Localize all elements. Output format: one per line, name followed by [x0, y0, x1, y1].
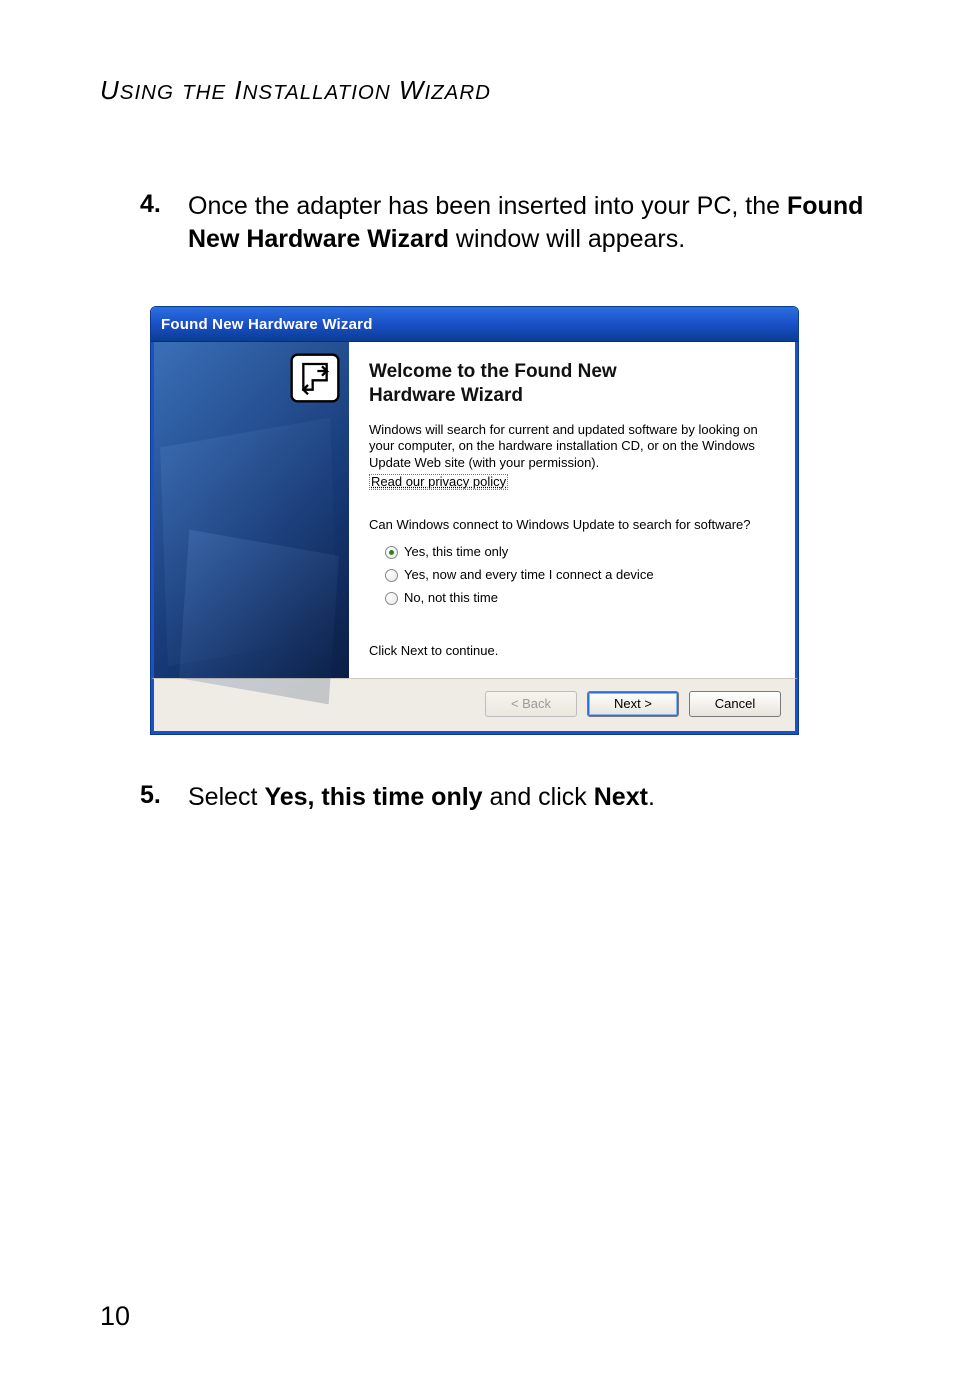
cancel-button[interactable]: Cancel — [689, 691, 781, 717]
dialog-question: Can Windows connect to Windows Update to… — [369, 517, 769, 534]
radio-group: Yes, this time only Yes, now and every t… — [385, 544, 769, 607]
radio-label-2: Yes, now and every time I connect a devi… — [404, 567, 654, 584]
dialog-screenshot: Found New Hardware Wizard Welcome to the — [150, 306, 864, 735]
next-button[interactable]: Next > — [587, 691, 679, 717]
dialog-content: Welcome to the Found New Hardware Wizard… — [349, 342, 795, 678]
dialog-title: Found New Hardware Wizard — [161, 316, 373, 333]
dialog-titlebar: Found New Hardware Wizard — [151, 307, 798, 342]
step-5: 5. Select Yes, this time only and click … — [140, 781, 864, 814]
step-5-bold2: Next — [594, 783, 648, 811]
step-5-bold1: Yes, this time only — [264, 783, 482, 811]
step-5-number: 5. — [140, 781, 170, 814]
radio-option-yes-every-time[interactable]: Yes, now and every time I connect a devi… — [385, 567, 769, 584]
heading-izard: IZARD — [424, 81, 491, 104]
step-4-number: 4. — [140, 190, 170, 256]
step-4: 4. Once the adapter has been inserted in… — [140, 190, 864, 256]
continue-hint: Click Next to continue. — [369, 643, 769, 660]
dialog-paragraph: Windows will search for current and upda… — [369, 422, 769, 473]
radio-empty-icon — [385, 592, 398, 605]
dialog-welcome-title: Welcome to the Found New Hardware Wizard — [369, 360, 769, 408]
step-5-text: Select Yes, this time only and click Nex… — [188, 781, 655, 814]
welcome-line-1: Welcome to the Found New — [369, 360, 769, 384]
page-number: 10 — [100, 1301, 130, 1332]
step-5-mid: and click — [483, 783, 594, 811]
dialog-side-art — [154, 342, 349, 678]
radio-label-1: Yes, this time only — [404, 544, 508, 561]
privacy-policy-link[interactable]: Read our privacy policy — [369, 474, 508, 490]
radio-option-no[interactable]: No, not this time — [385, 590, 769, 607]
step-4-text-post: window will appears. — [449, 225, 685, 253]
heading-w: W — [399, 75, 425, 105]
step-5-pre: Select — [188, 783, 264, 811]
radio-empty-icon — [385, 569, 398, 582]
back-button: < Back — [485, 691, 577, 717]
heading-the: THE — [182, 81, 226, 104]
radio-label-3: No, not this time — [404, 590, 498, 607]
radio-option-yes-this-time[interactable]: Yes, this time only — [385, 544, 769, 561]
heading-nstallation: NSTALLATION — [243, 81, 391, 104]
step-5-post: . — [648, 783, 655, 811]
step-4-text: Once the adapter has been inserted into … — [188, 190, 864, 256]
section-heading: USING THE INSTALLATION WIZARD — [100, 75, 864, 106]
radio-dot-icon — [385, 546, 398, 559]
heading-sing: SING — [120, 81, 174, 104]
found-new-hardware-dialog: Found New Hardware Wizard Welcome to the — [150, 306, 799, 735]
hardware-icon — [287, 350, 343, 406]
heading-u: U — [100, 75, 120, 105]
welcome-line-2: Hardware Wizard — [369, 384, 769, 408]
step-4-text-pre: Once the adapter has been inserted into … — [188, 192, 787, 220]
heading-i: I — [234, 75, 242, 105]
